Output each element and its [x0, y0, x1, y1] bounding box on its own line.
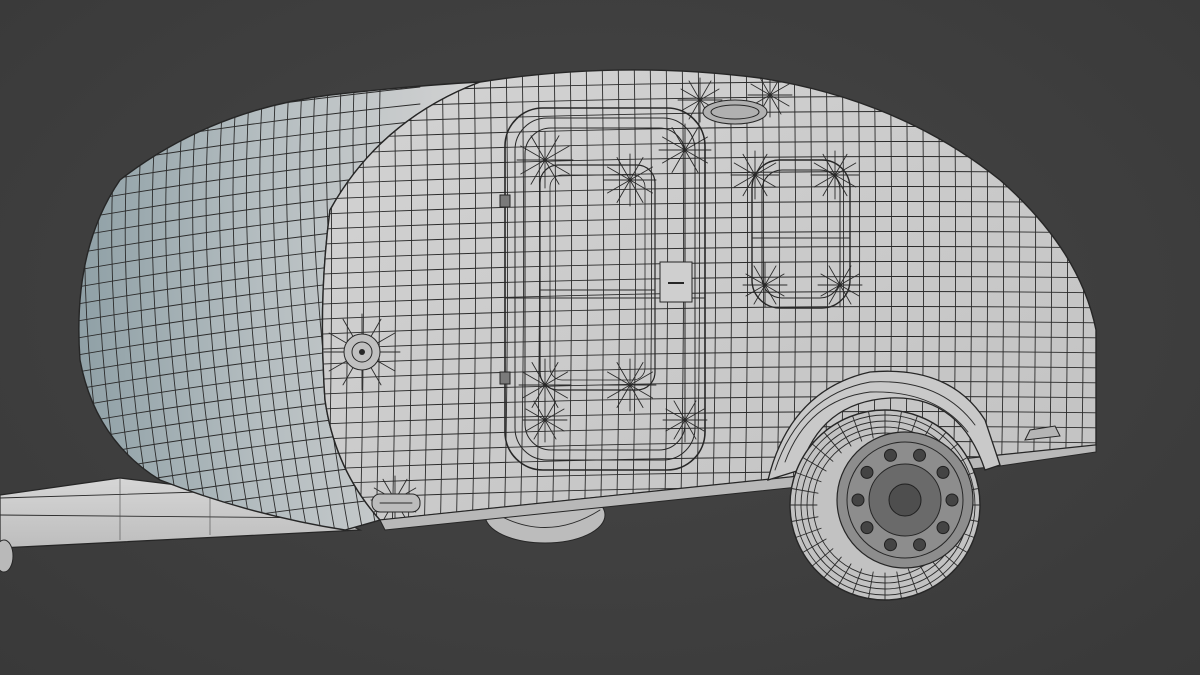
trailer-render — [0, 69, 1097, 601]
lug-nut — [913, 448, 927, 462]
door-hinge-bottom — [499, 371, 511, 385]
side-marker-light — [343, 333, 381, 371]
lug-nut — [860, 465, 874, 479]
lug-nut — [936, 465, 950, 479]
front-wheel — [789, 409, 981, 601]
lug-nut — [883, 538, 897, 552]
lug-nut — [913, 538, 927, 552]
lug-nut — [945, 493, 959, 507]
door-hinge-top — [499, 194, 511, 208]
front-marker-light — [371, 493, 421, 513]
3d-viewport[interactable] — [0, 0, 1200, 675]
lug-nut — [936, 521, 950, 535]
lug-nut — [851, 493, 865, 507]
roof-marker-light — [702, 99, 768, 125]
lug-nut — [860, 521, 874, 535]
lug-nut — [883, 448, 897, 462]
